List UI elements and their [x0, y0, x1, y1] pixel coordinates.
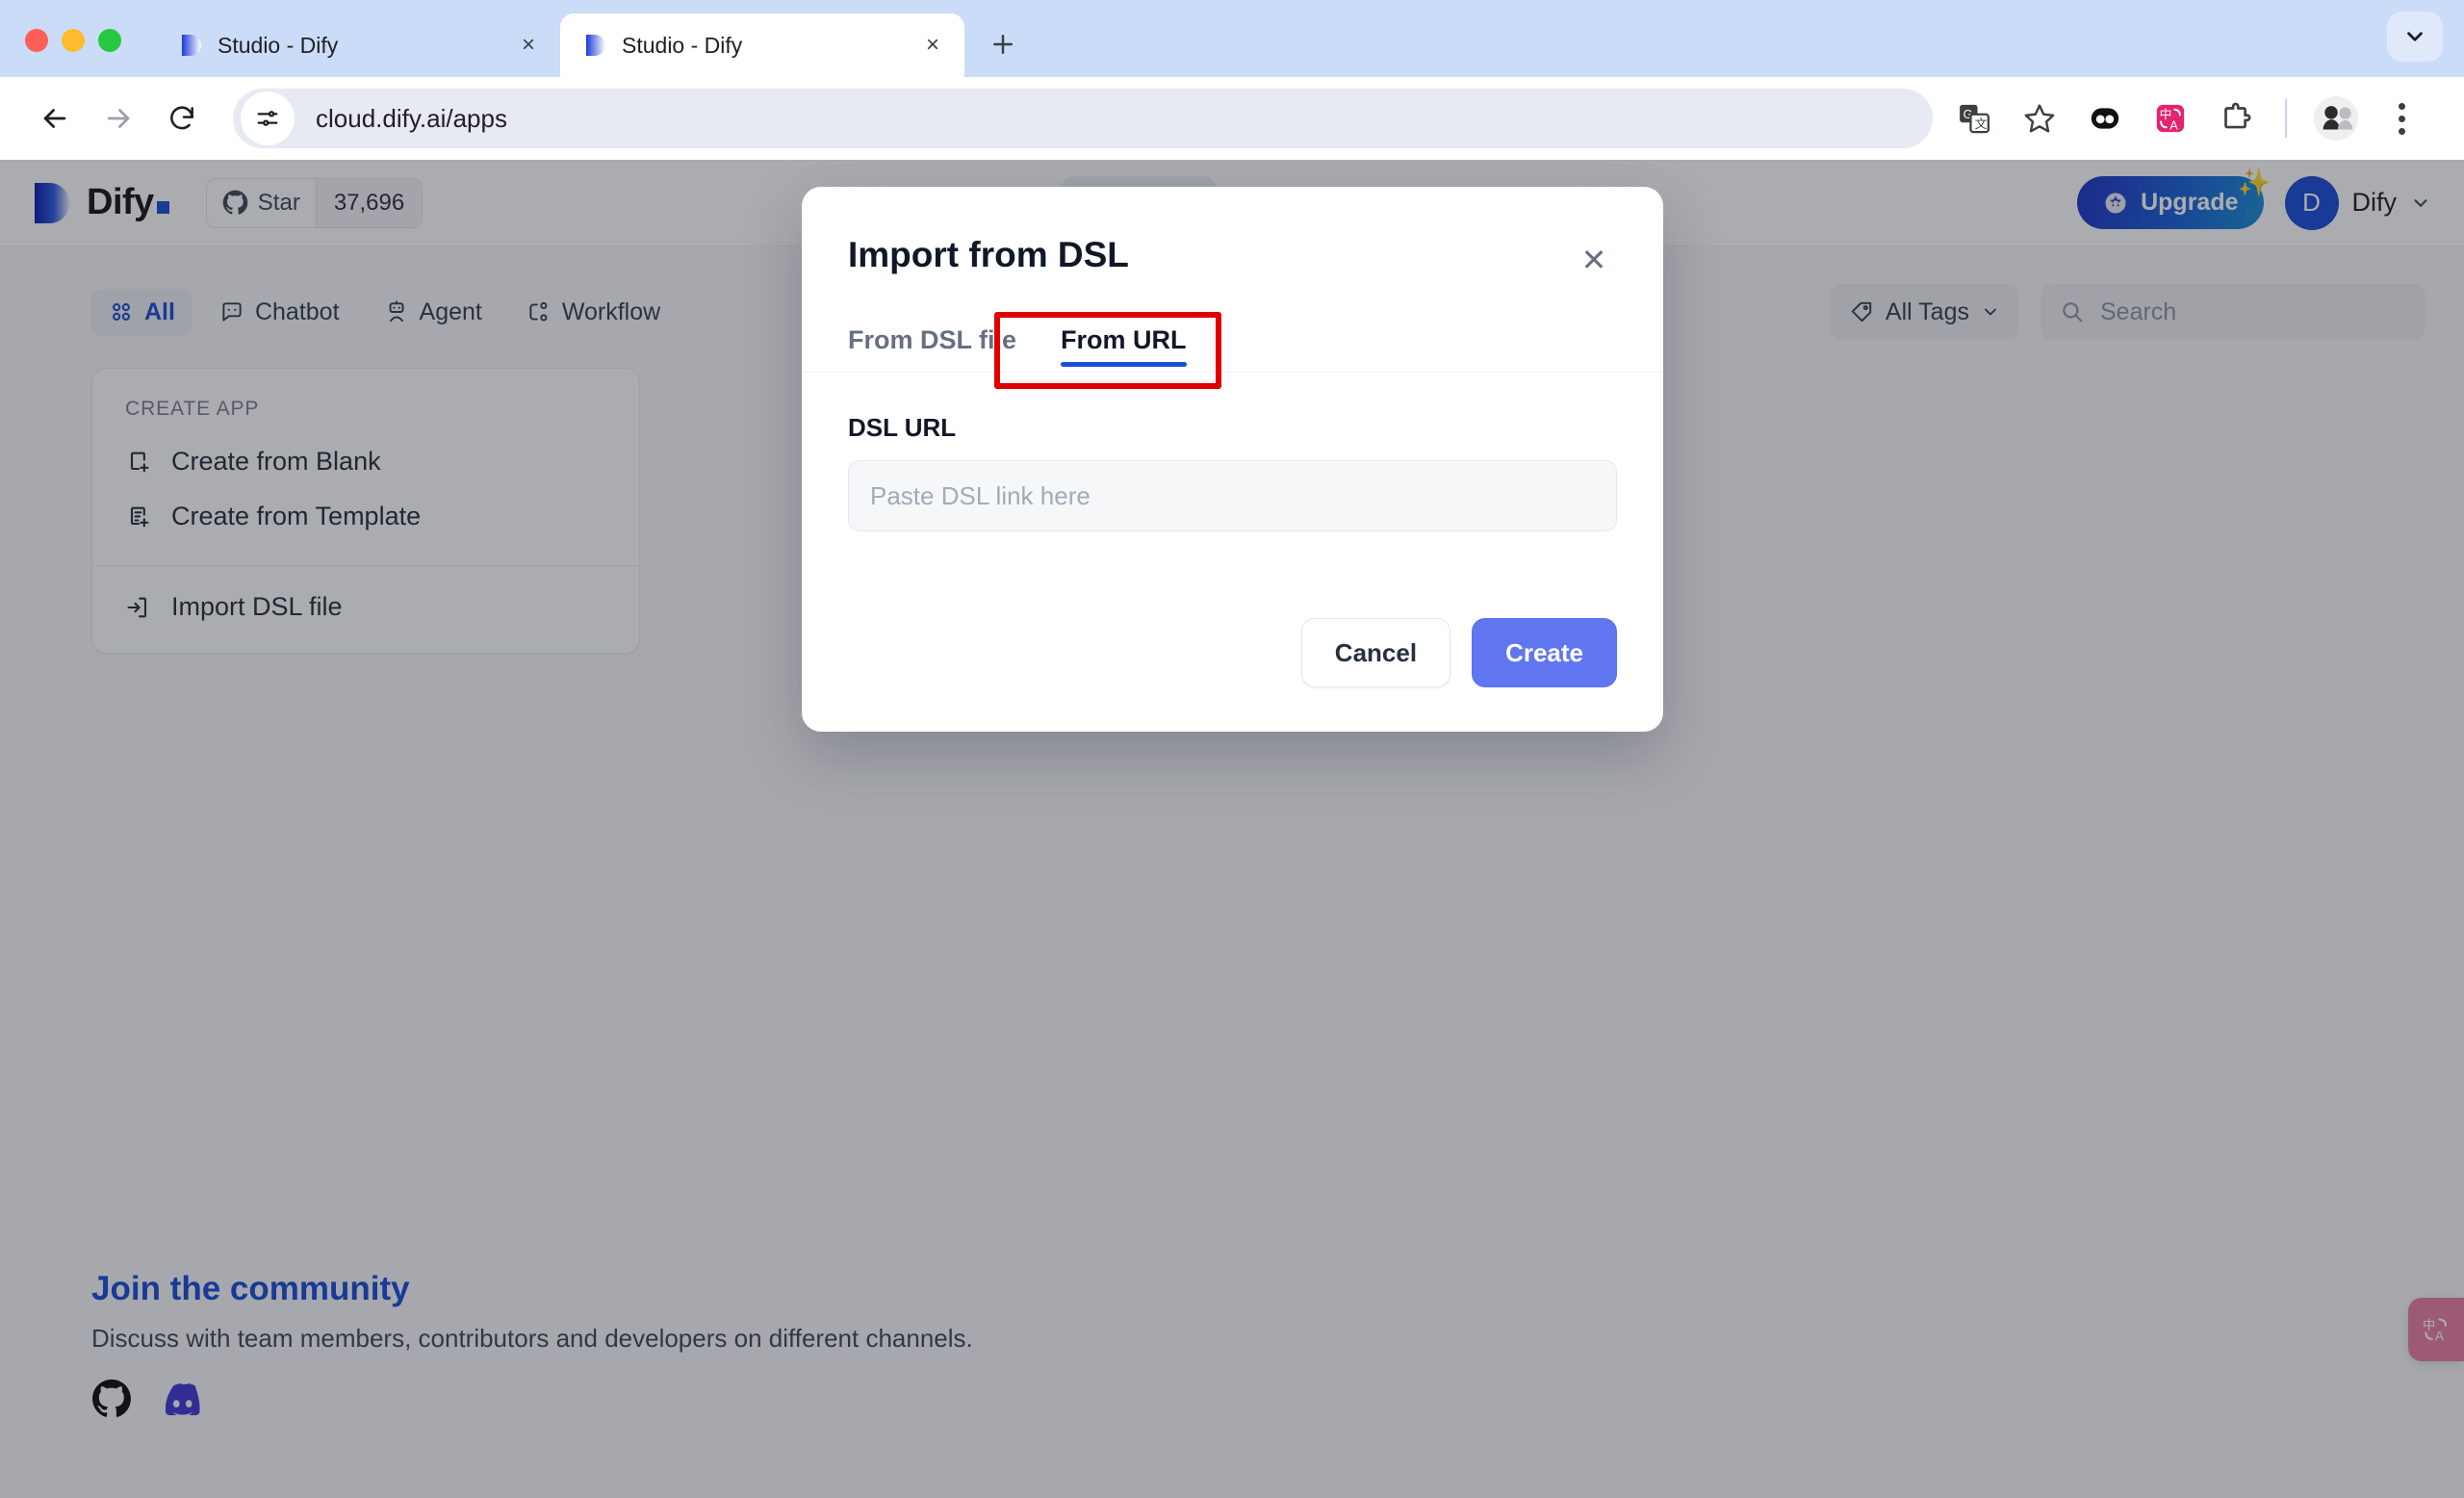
create-button[interactable]: Create [1472, 618, 1617, 687]
modal-body: DSL URL [802, 373, 1663, 531]
tab-from-url[interactable]: From URL [1061, 325, 1187, 372]
dify-favicon [179, 33, 204, 58]
dsl-url-label: DSL URL [848, 413, 957, 442]
browser-tabstrip: Studio - Dify × Studio - Dify × [0, 0, 2464, 77]
close-window-button[interactable] [25, 29, 48, 52]
extensions-puzzle-icon[interactable] [2208, 90, 2264, 146]
close-tab-button[interactable]: × [918, 31, 947, 60]
address-bar-url: cloud.dify.ai/apps [316, 103, 507, 133]
svg-text:文: 文 [1975, 116, 1988, 131]
chrome-menu-icon[interactable] [2374, 90, 2429, 146]
new-tab-button[interactable] [978, 19, 1028, 69]
immersive-translate-icon[interactable]: 中A [2143, 90, 2198, 146]
dsl-url-input[interactable] [848, 460, 1617, 531]
dify-favicon [583, 33, 608, 58]
page-title: Import from DSL [848, 235, 1129, 274]
page-viewport: Dify Star 37,696 Upgrade ✨ D Dify All Ch… [0, 160, 2464, 1498]
extension-black-icon[interactable] [2077, 90, 2133, 146]
svg-text:A: A [2169, 117, 2178, 132]
minimize-window-button[interactable] [62, 29, 85, 52]
tab-title: Studio - Dify [218, 32, 339, 58]
site-settings-icon[interactable] [241, 91, 295, 145]
tab-title: Studio - Dify [622, 32, 743, 58]
tab-search-chevron-down-icon[interactable] [2387, 12, 2443, 62]
back-icon[interactable] [25, 89, 85, 148]
cancel-button[interactable]: Cancel [1300, 618, 1451, 687]
close-tab-button[interactable]: × [514, 31, 543, 60]
modal-footer: Cancel Create [802, 531, 1663, 732]
browser-tab-1[interactable]: Studio - Dify × [156, 13, 560, 77]
profile-avatar-icon[interactable] [2308, 90, 2364, 146]
browser-toolbar: cloud.dify.ai/apps G文 中A [0, 77, 2464, 160]
tab-from-dsl-file[interactable]: From DSL file [848, 325, 1016, 372]
bookmark-star-icon[interactable] [2012, 90, 2067, 146]
window-traffic-lights [25, 29, 121, 77]
reload-icon[interactable] [152, 89, 212, 148]
address-bar[interactable]: cloud.dify.ai/apps [233, 89, 1933, 148]
google-translate-icon[interactable]: G文 [1946, 90, 2002, 146]
browser-window: Studio - Dify × Studio - Dify × cloud.di… [0, 0, 2464, 1498]
modal-tabs: From DSL file From URL [802, 283, 1663, 389]
modal-header: Import from DSL ✕ [802, 187, 1663, 283]
import-from-dsl-modal: Import from DSL ✕ From DSL file From URL… [802, 187, 1663, 732]
close-icon[interactable]: ✕ [1571, 237, 1617, 283]
maximize-window-button[interactable] [98, 29, 121, 52]
toolbar-divider [2285, 99, 2287, 138]
forward-icon[interactable] [89, 89, 148, 148]
browser-tab-2[interactable]: Studio - Dify × [560, 13, 964, 77]
modal-overlay[interactable]: Import from DSL ✕ From DSL file From URL… [0, 160, 2464, 1498]
toolbar-icons: G文 中A [1946, 90, 2439, 146]
